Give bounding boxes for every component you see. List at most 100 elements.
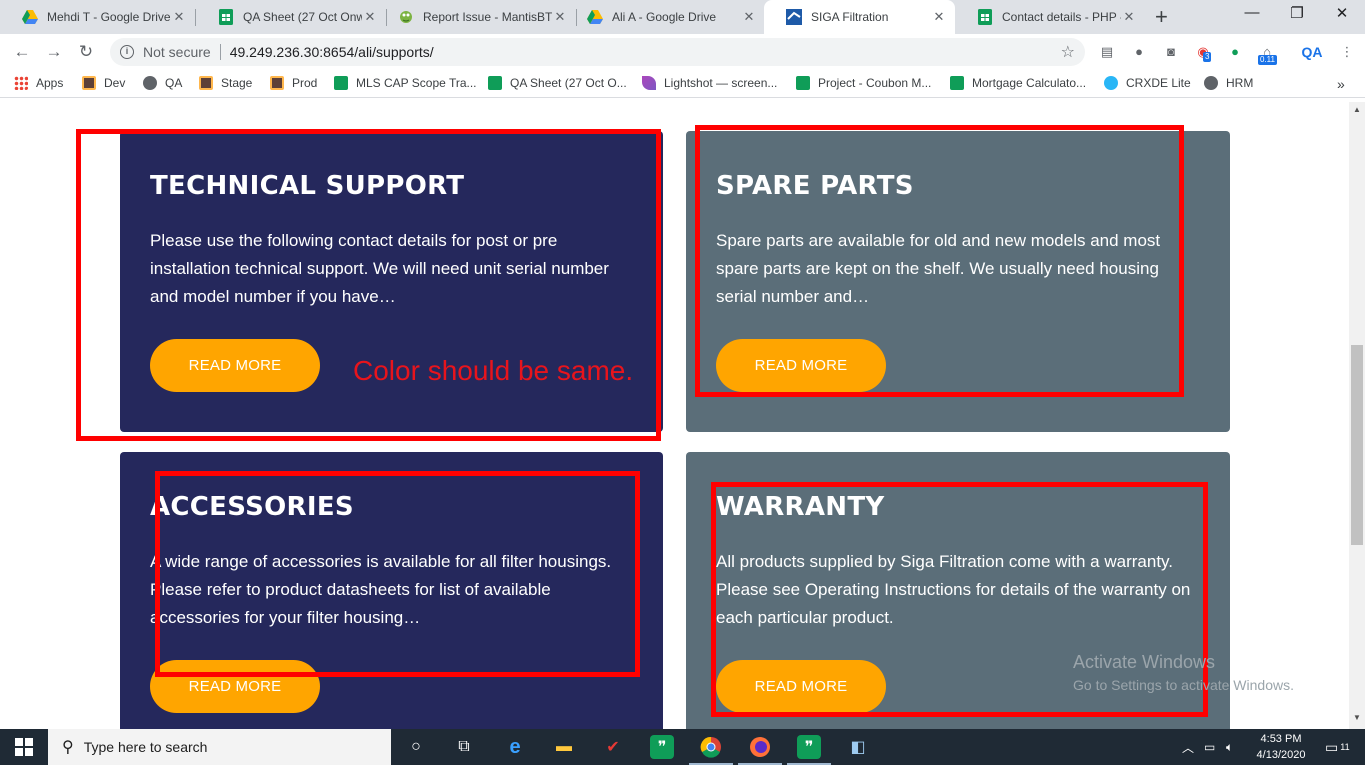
bookmark-prod[interactable]: Prod	[270, 76, 317, 90]
forward-arrow-icon[interactable]: →	[42, 40, 66, 64]
bookmark-crxde[interactable]: CRXDE Lite	[1104, 76, 1191, 90]
circle-extension-icon[interactable]: ●	[1130, 43, 1148, 61]
activate-windows-subtitle: Go to Settings to activate Windows.	[1073, 677, 1294, 693]
bookmark-label: Stage	[221, 76, 253, 90]
hangouts-icon[interactable]: ❞	[650, 735, 674, 759]
apps-grid-icon	[14, 76, 28, 90]
bookmark-label: HRM	[1226, 76, 1254, 90]
scroll-down-arrow-icon[interactable]: ▼	[1349, 710, 1365, 726]
bookmark-label: Mortgage Calculato...	[972, 76, 1087, 90]
bookmark-label: MLS CAP Scope Tra...	[356, 76, 477, 90]
clock-time: 4:53 PM	[1260, 733, 1302, 745]
scroll-thumb[interactable]	[1351, 345, 1363, 545]
bookmark-qa-sheet[interactable]: QA Sheet (27 Oct O...	[488, 76, 627, 90]
green-pin-icon[interactable]: ●	[1226, 43, 1244, 61]
timer-extension-icon[interactable]: ⌂ 0.11	[1258, 43, 1277, 65]
bookmark-project-coubon[interactable]: Project - Coubon M...	[796, 76, 931, 90]
qa-extension-icon[interactable]: QA	[1300, 43, 1324, 61]
camera-icon[interactable]: ◙	[1162, 43, 1180, 61]
bookmark-label: Apps	[36, 76, 64, 90]
more-menu-icon[interactable]: ⋮	[1338, 43, 1356, 61]
windows-start-button[interactable]	[0, 729, 48, 765]
chrome-icon[interactable]	[689, 735, 733, 765]
page-scrollbar[interactable]: ▲ ▼	[1349, 102, 1365, 729]
bookmark-stage[interactable]: Stage	[199, 76, 252, 90]
security-label: Not secure	[143, 44, 211, 60]
bookmark-star-icon[interactable]: ☆	[1061, 42, 1075, 62]
cortana-circle-icon[interactable]: ○	[404, 735, 428, 759]
network-icon[interactable]: ▭	[1204, 729, 1215, 765]
tab-mantis[interactable]: Report Issue - MantisBT ✕	[376, 0, 576, 34]
close-icon[interactable]: ✕	[1121, 9, 1137, 25]
globe-icon	[1204, 76, 1218, 90]
bookmark-lightshot[interactable]: Lightshot — screen...	[642, 76, 777, 90]
google-drive-icon	[22, 9, 38, 25]
bookmark-site-icon	[199, 76, 213, 90]
tab-ali-drive[interactable]: Ali A - Google Drive ✕	[565, 0, 765, 34]
search-icon: ⚲	[62, 739, 74, 756]
bookmark-apps[interactable]: Apps	[14, 76, 63, 90]
maximize-icon[interactable]: ❐	[1274, 4, 1320, 22]
minimize-icon[interactable]: —	[1229, 4, 1275, 21]
timer-badge: 0.11	[1258, 55, 1277, 65]
lightshot-feather-icon	[642, 76, 656, 90]
tab-siga-filtration[interactable]: SIGA Filtration ✕	[764, 0, 955, 34]
tab-title: SIGA Filtration	[811, 10, 889, 24]
ghostery-icon[interactable]: ◉3	[1194, 43, 1212, 62]
notification-count: 11	[1340, 742, 1350, 752]
search-placeholder: Type here to search	[83, 739, 208, 755]
tab-title: QA Sheet (27 Oct Onwa	[243, 10, 362, 24]
divider	[219, 44, 221, 60]
page-viewport: TECHNICAL SUPPORT Please use the followi…	[0, 102, 1349, 729]
tab-contact-details[interactable]: Contact details - PHP - ✕	[955, 0, 1145, 34]
show-hidden-icons-chevron[interactable]: ︿	[1182, 729, 1194, 765]
google-sheets-icon	[950, 76, 964, 90]
tab-title: Report Issue - MantisBT	[423, 10, 552, 24]
url-text[interactable]: 49.249.236.30:8654/ali/supports/	[230, 44, 434, 60]
firefox-icon[interactable]	[738, 735, 782, 765]
tab-mehdi-drive[interactable]: Mehdi T - Google Drive ✕	[0, 0, 195, 34]
file-explorer-icon[interactable]: ▬	[552, 735, 576, 759]
extension-badge: 3	[1203, 52, 1212, 62]
info-icon[interactable]: i	[120, 45, 134, 59]
close-icon[interactable]: ✕	[931, 9, 947, 25]
annotation-box-technical	[76, 129, 661, 441]
bookmark-site-icon	[82, 76, 96, 90]
bookmark-mortgage[interactable]: Mortgage Calculato...	[950, 76, 1086, 90]
tab-title: Ali A - Google Drive	[612, 10, 717, 24]
bookmark-hrm[interactable]: HRM	[1204, 76, 1253, 90]
chevron-right-icon[interactable]: »	[1337, 76, 1345, 92]
bookmark-dev[interactable]: Dev	[82, 76, 125, 90]
hangouts-chat-icon[interactable]: ❞	[787, 735, 831, 765]
address-bar[interactable]: i Not secure 49.249.236.30:8654/ali/supp…	[110, 38, 1085, 66]
taskbar-search-box[interactable]: ⚲ Type here to search	[48, 729, 391, 765]
bookmark-label: Prod	[292, 76, 318, 90]
scroll-up-arrow-icon[interactable]: ▲	[1349, 102, 1365, 118]
back-arrow-icon[interactable]: ←	[10, 40, 34, 64]
google-sheets-icon	[218, 9, 234, 25]
edge-browser-icon[interactable]: e	[503, 735, 527, 759]
tab-title: Contact details - PHP -	[1002, 10, 1121, 24]
reload-icon[interactable]: ↻	[74, 40, 98, 64]
annotation-box-spare	[695, 125, 1184, 397]
taskbar-clock[interactable]: 4:53 PM 4/13/2020	[1246, 731, 1316, 763]
bookmarks-bar: Apps Dev QA Stage Prod MLS CAP Scope Tra…	[0, 70, 1365, 98]
tab-title: Mehdi T - Google Drive	[47, 10, 171, 24]
close-icon[interactable]: ✕	[741, 9, 757, 25]
task-view-icon[interactable]: ⧉	[452, 735, 476, 759]
close-window-icon[interactable]: ✕	[1319, 4, 1365, 22]
document-extension-icon[interactable]: ▤	[1098, 43, 1116, 61]
notification-center-icon[interactable]: ▭ 11	[1325, 729, 1350, 765]
browser-tab-strip: Mehdi T - Google Drive ✕ QA Sheet (27 Oc…	[0, 0, 1365, 34]
new-tab-plus-icon[interactable]: +	[1155, 4, 1168, 30]
volume-muted-icon[interactable]: 🔈︎	[1226, 729, 1233, 765]
annotation-note: Color should be same.	[353, 355, 634, 386]
windows-logo-icon	[15, 738, 33, 756]
todo-clock-icon[interactable]: ✔	[601, 735, 625, 759]
bookmark-mls-cap[interactable]: MLS CAP Scope Tra...	[334, 76, 477, 90]
tab-qa-sheet[interactable]: QA Sheet (27 Oct Onwa ✕	[196, 0, 386, 34]
clock-date: 4/13/2020	[1256, 749, 1306, 761]
app-window-icon[interactable]: ◧	[846, 735, 870, 759]
bookmark-qa[interactable]: QA	[143, 76, 182, 90]
close-icon[interactable]: ✕	[171, 9, 187, 25]
